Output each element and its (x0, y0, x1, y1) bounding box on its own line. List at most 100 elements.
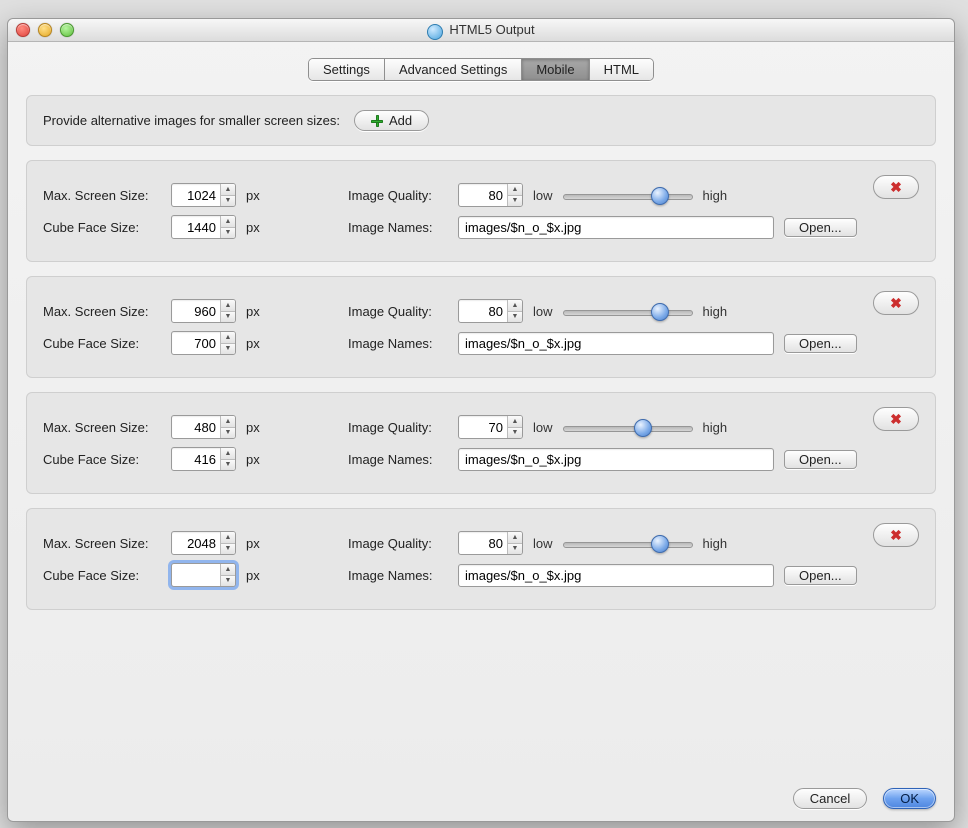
cube-face-field-input[interactable] (172, 216, 220, 238)
ok-button[interactable]: OK (883, 788, 936, 809)
max-screen-field[interactable]: ▲▼ (171, 415, 236, 439)
px-unit: px (246, 220, 268, 235)
image-quality-field[interactable]: ▲▼ (458, 299, 523, 323)
slider-track (563, 426, 693, 432)
image-quality-field-input[interactable] (459, 184, 507, 206)
max-screen-label: Max. Screen Size: (43, 420, 161, 435)
step-up-icon[interactable]: ▲ (508, 532, 522, 544)
step-down-icon[interactable]: ▼ (221, 428, 235, 439)
delete-entry-button[interactable]: ✖ (873, 407, 919, 431)
open-button-label: Open... (799, 336, 842, 351)
image-names-field[interactable] (458, 332, 774, 355)
image-quality-field[interactable]: ▲▼ (458, 531, 523, 555)
image-quality-field[interactable]: ▲▼ (458, 415, 523, 439)
image-names-field[interactable] (458, 448, 774, 471)
step-up-icon[interactable]: ▲ (221, 416, 235, 428)
stepper[interactable]: ▲▼ (220, 416, 235, 438)
max-screen-field[interactable]: ▲▼ (171, 183, 236, 207)
step-up-icon[interactable]: ▲ (508, 300, 522, 312)
stepper[interactable]: ▲▼ (507, 416, 522, 438)
max-screen-field[interactable]: ▲▼ (171, 299, 236, 323)
zoom-window-button[interactable] (60, 23, 74, 37)
step-down-icon[interactable]: ▼ (508, 428, 522, 439)
image-names-field[interactable] (458, 216, 774, 239)
open-button[interactable]: Open... (784, 218, 857, 237)
step-up-icon[interactable]: ▲ (508, 416, 522, 428)
step-down-icon[interactable]: ▼ (221, 196, 235, 207)
delete-entry-button[interactable]: ✖ (873, 523, 919, 547)
step-up-icon[interactable]: ▲ (221, 300, 235, 312)
stepper[interactable]: ▲▼ (507, 532, 522, 554)
max-screen-field-input[interactable] (172, 184, 220, 206)
cube-face-field[interactable]: ▲▼ (171, 447, 236, 471)
minimize-window-button[interactable] (38, 23, 52, 37)
open-button[interactable]: Open... (784, 566, 857, 585)
close-window-button[interactable] (16, 23, 30, 37)
cube-face-field-input[interactable] (172, 564, 220, 586)
step-down-icon[interactable]: ▼ (221, 312, 235, 323)
step-down-icon[interactable]: ▼ (221, 228, 235, 239)
step-up-icon[interactable]: ▲ (221, 532, 235, 544)
quality-slider[interactable] (563, 535, 693, 551)
quality-slider[interactable] (563, 419, 693, 435)
cube-face-field[interactable]: ▲▼ (171, 215, 236, 239)
quality-slider[interactable] (563, 303, 693, 319)
add-button-label: Add (389, 113, 412, 128)
open-button[interactable]: Open... (784, 334, 857, 353)
image-names-field[interactable] (458, 564, 774, 587)
stepper[interactable]: ▲▼ (220, 564, 235, 586)
step-up-icon[interactable]: ▲ (221, 216, 235, 228)
max-screen-field[interactable]: ▲▼ (171, 531, 236, 555)
step-up-icon[interactable]: ▲ (221, 332, 235, 344)
step-down-icon[interactable]: ▼ (221, 460, 235, 471)
cube-face-label: Cube Face Size: (43, 452, 161, 467)
max-screen-field-input[interactable] (172, 532, 220, 554)
slider-knob[interactable] (651, 303, 669, 321)
step-down-icon[interactable]: ▼ (508, 544, 522, 555)
add-button[interactable]: Add (354, 110, 429, 131)
tab-advanced-settings[interactable]: Advanced Settings (385, 59, 522, 80)
step-down-icon[interactable]: ▼ (221, 344, 235, 355)
slider-high-label: high (703, 188, 728, 203)
step-down-icon[interactable]: ▼ (221, 576, 235, 587)
stepper[interactable]: ▲▼ (220, 448, 235, 470)
step-up-icon[interactable]: ▲ (508, 184, 522, 196)
cancel-button[interactable]: Cancel (793, 788, 867, 809)
stepper[interactable]: ▲▼ (220, 300, 235, 322)
delete-entry-button[interactable]: ✖ (873, 175, 919, 199)
tab-settings[interactable]: Settings (309, 59, 385, 80)
stepper[interactable]: ▲▼ (507, 184, 522, 206)
px-unit: px (246, 188, 268, 203)
step-up-icon[interactable]: ▲ (221, 184, 235, 196)
slider-knob[interactable] (651, 187, 669, 205)
step-down-icon[interactable]: ▼ (221, 544, 235, 555)
step-up-icon[interactable]: ▲ (221, 564, 235, 576)
cube-face-field[interactable]: ▲▼ (171, 563, 236, 587)
step-down-icon[interactable]: ▼ (508, 196, 522, 207)
delete-entry-button[interactable]: ✖ (873, 291, 919, 315)
cube-face-field[interactable]: ▲▼ (171, 331, 236, 355)
cube-face-field-input[interactable] (172, 332, 220, 354)
cube-face-field-input[interactable] (172, 448, 220, 470)
tab-html[interactable]: HTML (590, 59, 653, 80)
slider-knob[interactable] (651, 535, 669, 553)
image-quality-field-input[interactable] (459, 300, 507, 322)
image-quality-field-input[interactable] (459, 532, 507, 554)
tab-mobile[interactable]: Mobile (522, 59, 589, 80)
max-screen-field-input[interactable] (172, 416, 220, 438)
stepper[interactable]: ▲▼ (220, 216, 235, 238)
quality-slider[interactable] (563, 187, 693, 203)
stepper[interactable]: ▲▼ (507, 300, 522, 322)
ok-button-label: OK (900, 791, 919, 806)
step-down-icon[interactable]: ▼ (508, 312, 522, 323)
max-screen-field-input[interactable] (172, 300, 220, 322)
open-button[interactable]: Open... (784, 450, 857, 469)
image-quality-field-input[interactable] (459, 416, 507, 438)
stepper[interactable]: ▲▼ (220, 184, 235, 206)
step-up-icon[interactable]: ▲ (221, 448, 235, 460)
image-quality-field[interactable]: ▲▼ (458, 183, 523, 207)
stepper[interactable]: ▲▼ (220, 332, 235, 354)
slider-knob[interactable] (634, 419, 652, 437)
cancel-button-label: Cancel (810, 791, 850, 806)
stepper[interactable]: ▲▼ (220, 532, 235, 554)
